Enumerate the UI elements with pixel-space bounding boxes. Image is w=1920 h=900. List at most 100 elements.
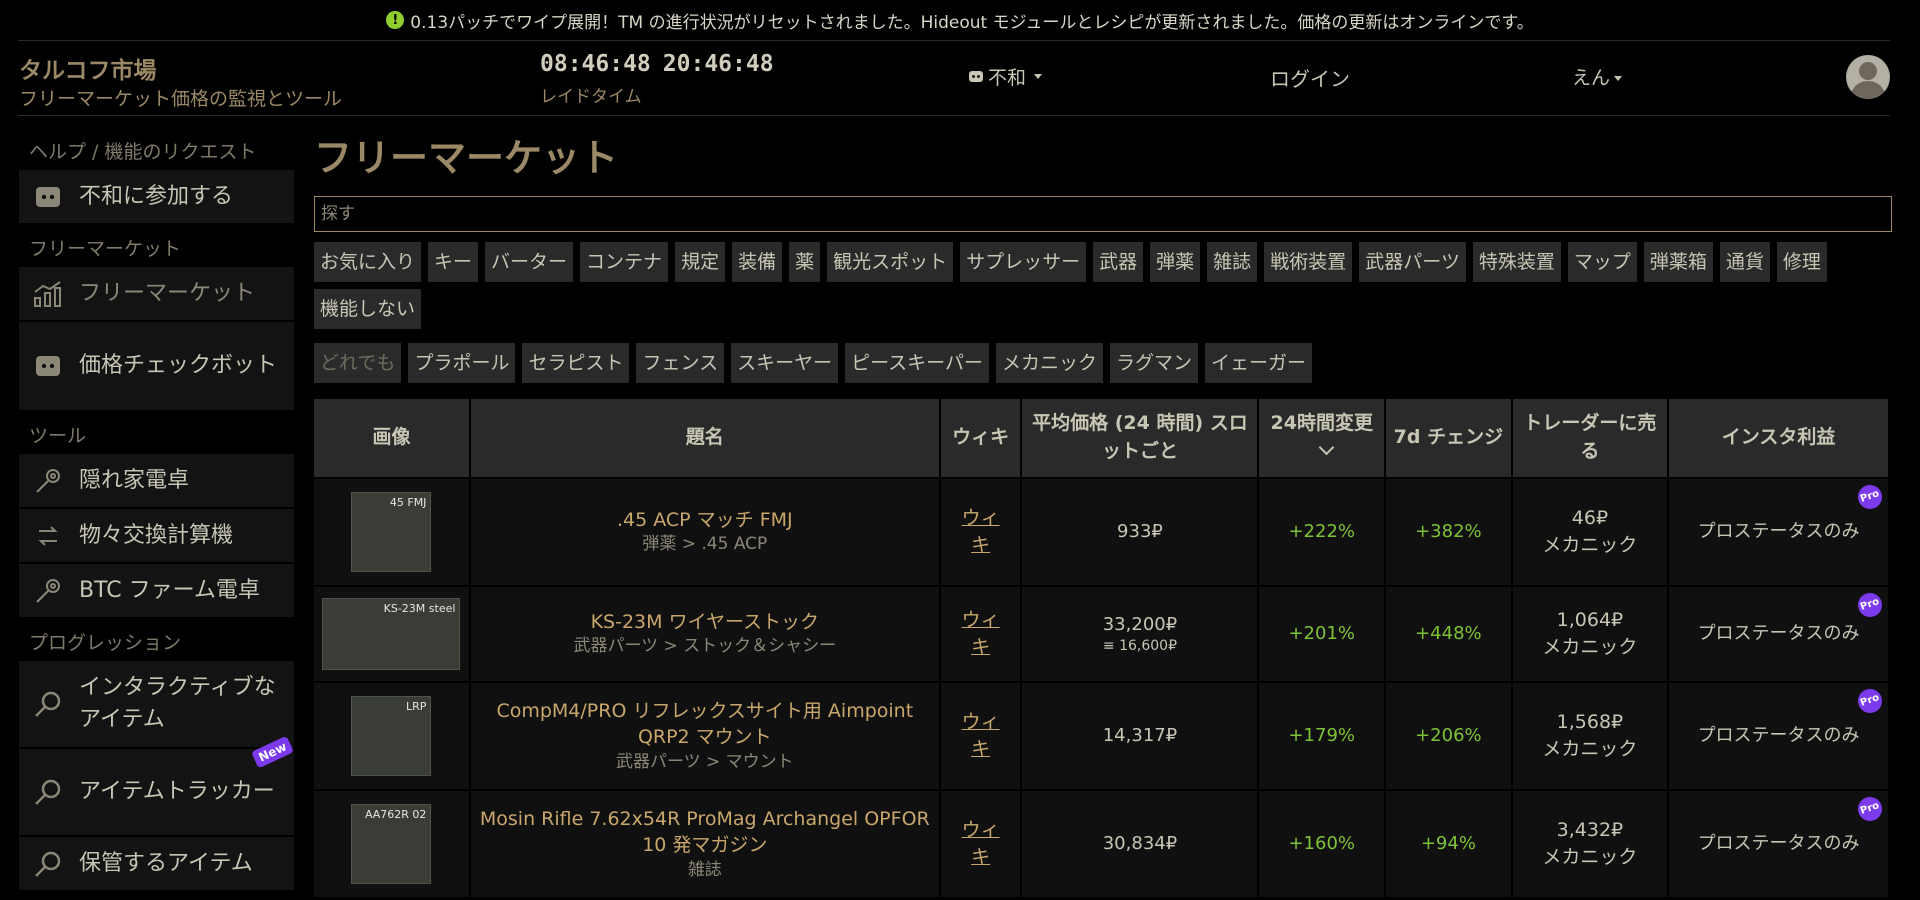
pro-badge: Pro [1854, 685, 1886, 717]
sidebar-item-interactive-items[interactable]: インタラクティブなアイテム [19, 661, 294, 747]
trader-chip[interactable]: ラグマン [1110, 343, 1199, 383]
col-change-24h[interactable]: 24時間変更 [1259, 399, 1385, 477]
category-chip[interactable]: 特殊装置 [1472, 242, 1561, 282]
change-7d: +382% [1415, 521, 1482, 543]
discord-menu[interactable]: 不和 [968, 63, 1043, 90]
category-chip[interactable]: 規定 [675, 242, 726, 282]
item-name-cell: .45 ACP マッチ FMJ 弾薬 > .45 ACP [470, 479, 939, 585]
item-thumbnail[interactable]: KS-23M steel [322, 598, 461, 670]
item-name-cell: Mosin Rifle 7.62x54R ProMag Archangel OP… [470, 791, 939, 897]
sidebar-section-flea: フリーマーケット [29, 238, 182, 260]
trader-chip[interactable]: セラピスト [522, 343, 630, 383]
language-menu[interactable]: えん [1572, 63, 1623, 90]
table-row[interactable]: AA762R 02 Mosin Rifle 7.62x54R ProMag Arc… [314, 791, 1888, 897]
category-chip[interactable]: 雑誌 [1207, 242, 1258, 282]
avatar[interactable] [1846, 55, 1890, 99]
category-chip[interactable]: キー [428, 242, 479, 282]
site-subtitle: フリーマーケット価格の監視とツール [19, 88, 343, 110]
sidebar-item-join-discord[interactable]: 不和に参加する [19, 170, 294, 223]
category-chip[interactable]: お気に入り [314, 242, 422, 282]
pro-badge: Pro [1854, 793, 1886, 825]
item-name-link[interactable]: KS-23M ワイヤーストック [471, 609, 939, 636]
trader-chip[interactable]: フェンス [636, 343, 725, 383]
col-avg-price[interactable]: 平均価格 (24 時間) スロットごと [1022, 399, 1258, 477]
wiki-cell: ウィキ [940, 587, 1021, 681]
wiki-cell: ウィキ [940, 479, 1021, 585]
trader-chip[interactable]: ピースキーパー [845, 343, 989, 383]
wiki-cell: ウィキ [940, 683, 1021, 789]
site-title[interactable]: タルコフ市場 [19, 51, 157, 85]
sidebar-item-stored-items[interactable]: 保管するアイテム [19, 837, 294, 890]
category-chip[interactable]: バーター [485, 242, 574, 282]
item-thumbnail[interactable]: AA762R 02 [351, 804, 432, 884]
table-row[interactable]: LRP CompM4/PRO リフレックスサイト用 Aimpoint QRP2 マ… [314, 683, 1888, 789]
change-24h: +179% [1288, 725, 1356, 747]
item-thumbnail-tag: KS-23M steel [383, 602, 456, 615]
avg-price-cell: 30,834₽ [1022, 791, 1258, 897]
trader-chip[interactable]: メカニック [995, 343, 1103, 383]
category-chip[interactable]: 機能しない [314, 289, 422, 329]
category-chip[interactable]: 装備 [732, 242, 783, 282]
item-name-link[interactable]: CompM4/PRO リフレックスサイト用 Aimpoint QRP2 マウント [471, 698, 939, 751]
item-image-cell: KS-23M steel [314, 587, 469, 681]
item-thumbnail-tag: AA762R 02 [364, 808, 427, 821]
category-chip[interactable]: 弾薬 [1150, 242, 1201, 282]
wiki-link[interactable]: ウィキ [961, 709, 1001, 762]
col-wiki[interactable]: ウィキ [940, 399, 1021, 477]
item-name-cell: KS-23M ワイヤーストック 武器パーツ > ストック＆シャシー [470, 587, 939, 681]
item-category: 雑誌 [687, 859, 722, 880]
sidebar-item-btc-farm[interactable]: BTC ファーム電卓 [19, 564, 294, 617]
category-chip[interactable]: 武器 [1093, 242, 1144, 282]
discord-icon [969, 70, 983, 82]
col-image[interactable]: 画像 [314, 399, 469, 477]
sidebar-item-label: 物々交換計算機 [79, 522, 234, 548]
category-chip[interactable]: 観光スポット [827, 242, 954, 282]
item-name-link[interactable]: Mosin Rifle 7.62x54R ProMag Archangel OP… [471, 806, 939, 859]
col-name[interactable]: 題名 [470, 399, 939, 477]
item-name-link[interactable]: .45 ACP マッチ FMJ [471, 507, 939, 534]
sidebar-item-label: BTC ファーム電卓 [79, 577, 260, 603]
wiki-link[interactable]: ウィキ [961, 607, 1001, 660]
change-24h-cell: +179% [1259, 683, 1385, 789]
sidebar-item-item-tracker[interactable]: アイテムトラッカー New [19, 735, 294, 835]
login-link[interactable]: ログイン [1270, 63, 1350, 92]
pro-only-text: プロステータスのみ [1697, 833, 1860, 855]
item-thumbnail[interactable]: LRP [351, 696, 432, 776]
divider [18, 115, 1890, 116]
wrench-icon [33, 576, 63, 606]
chart-icon [33, 279, 63, 309]
insta-profit-cell: プロステータスのみ Pro [1669, 587, 1888, 681]
sidebar-item-barter-calc[interactable]: 物々交換計算機 [19, 509, 294, 562]
sidebar-item-price-bot[interactable]: 価格チェックボット [19, 322, 294, 410]
category-chip[interactable]: サプレッサー [960, 242, 1087, 282]
trader-price: 1,568₽ [1556, 711, 1624, 734]
pro-only-text: プロステータスのみ [1697, 521, 1860, 543]
category-chip[interactable]: マップ [1567, 242, 1637, 282]
trader-chip[interactable]: スキーヤー [731, 343, 839, 383]
col-insta-profit[interactable]: インスタ利益 [1669, 399, 1888, 477]
change-24h-cell: +222% [1259, 479, 1385, 585]
category-chip[interactable]: コンテナ [580, 242, 669, 282]
category-chip[interactable]: 修理 [1776, 242, 1827, 282]
category-chip[interactable]: 通貨 [1719, 242, 1770, 282]
sidebar-item-hideout[interactable]: 隠れ家電卓 [19, 454, 294, 507]
trader-chip[interactable]: プラポール [408, 343, 516, 383]
category-chip[interactable]: 弾薬箱 [1643, 242, 1713, 282]
category-chip[interactable]: 戦術装置 [1264, 242, 1353, 282]
col-change-7d[interactable]: 7d チェンジ [1386, 399, 1511, 477]
table-row[interactable]: KS-23M steel KS-23M ワイヤーストック 武器パーツ > ストック＆… [314, 587, 1888, 681]
raid-time-label: レイドタイム [540, 87, 642, 107]
category-chip[interactable]: 薬 [789, 242, 821, 282]
table-row[interactable]: 45 FMJ .45 ACP マッチ FMJ 弾薬 > .45 ACP ウィキ 933₽… [314, 479, 1888, 585]
sidebar-item-label: インタラクティブなアイテム [79, 675, 276, 732]
sidebar-item-flea-market[interactable]: フリーマーケット [19, 267, 294, 320]
wiki-link[interactable]: ウィキ [961, 817, 1001, 870]
col-sell-trader[interactable]: トレーダーに売る [1512, 399, 1668, 477]
item-thumbnail[interactable]: 45 FMJ [351, 492, 432, 572]
search-input[interactable] [314, 196, 1892, 232]
wiki-link[interactable]: ウィキ [961, 505, 1001, 558]
trader-chip[interactable]: イェーガー [1205, 343, 1313, 383]
sidebar-section-tools: ツール [29, 425, 87, 447]
trader-chip[interactable]: どれでも [314, 343, 402, 383]
category-chip[interactable]: 武器パーツ [1359, 242, 1466, 282]
